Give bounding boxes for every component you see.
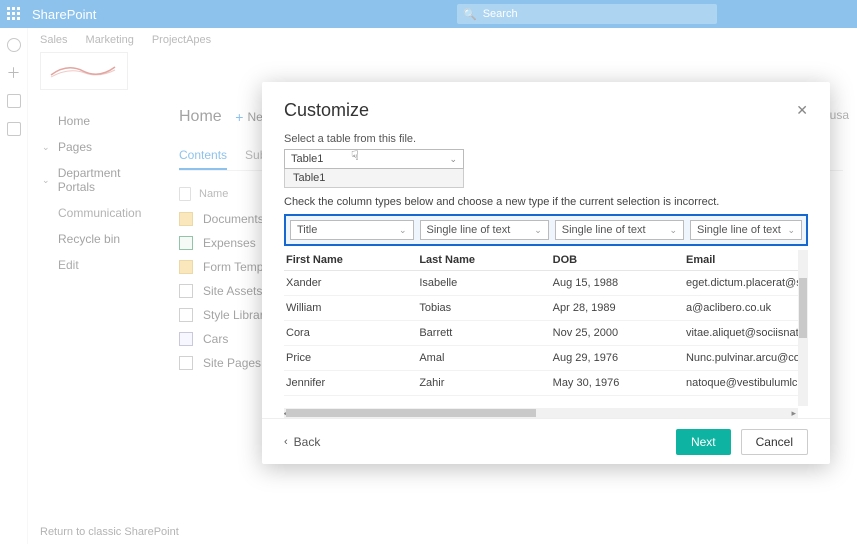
chevron-left-icon: ‹ <box>284 436 288 448</box>
table-select[interactable]: Table1 ⌄ ☟ <box>284 149 464 169</box>
table-row: PriceAmalAug 29, 1976Nunc.pulvinar.arcu@… <box>284 346 808 371</box>
table-cell: William <box>286 302 419 314</box>
table-cell: Nunc.pulvinar.arcu@co <box>686 352 806 364</box>
horizontal-scrollbar[interactable]: ◂▸ <box>284 408 798 418</box>
table-cell: Aug 15, 1988 <box>553 277 686 289</box>
table-dropdown: Table1 <box>284 169 464 188</box>
col-firstname: First Name <box>286 254 419 266</box>
cancel-button[interactable]: Cancel <box>741 429 808 455</box>
select-table-label: Select a table from this file. <box>284 133 808 145</box>
customize-modal: Customize ✕ Select a table from this fil… <box>262 82 830 464</box>
table-cell: eget.dictum.placerat@s <box>686 277 806 289</box>
chevron-down-icon: ⌄ <box>449 154 457 165</box>
scroll-right-icon[interactable]: ▸ <box>791 408 796 418</box>
table-cell: natoque@vestibulumlc <box>686 377 806 389</box>
table-cell: Apr 28, 1989 <box>553 302 686 314</box>
coltype-select-4[interactable]: Single line of text⌄ <box>690 220 802 240</box>
table-cell: Amal <box>419 352 552 364</box>
table-cell: a@aclibero.co.uk <box>686 302 806 314</box>
scrollbar-thumb[interactable] <box>286 409 536 417</box>
col-dob: DOB <box>553 254 686 266</box>
table-cell: Tobias <box>419 302 552 314</box>
instruction-text: Check the column types below and choose … <box>284 196 808 208</box>
modal-header: Customize ✕ <box>262 82 830 129</box>
table-row: WilliamTobiasApr 28, 1989a@aclibero.co.u… <box>284 296 808 321</box>
coltype-select-3[interactable]: Single line of text⌄ <box>555 220 684 240</box>
scrollbar-thumb[interactable] <box>799 278 807 338</box>
modal-title: Customize <box>284 100 369 121</box>
table-cell: vitae.aliquet@sociisnat <box>686 327 806 339</box>
table-cell: Price <box>286 352 419 364</box>
column-type-row: Title⌄ Single line of text⌄ Single line … <box>284 214 808 246</box>
vertical-scrollbar[interactable] <box>798 250 808 406</box>
modal-footer: ‹ Back Next Cancel <box>262 418 830 464</box>
table-cell: Barrett <box>419 327 552 339</box>
table-cell: Cora <box>286 327 419 339</box>
col-email: Email <box>686 254 806 266</box>
table-cell: Xander <box>286 277 419 289</box>
chevron-down-icon: ⌄ <box>399 225 407 236</box>
table-row: XanderIsabelleAug 15, 1988eget.dictum.pl… <box>284 271 808 296</box>
chevron-down-icon: ⌄ <box>787 225 795 236</box>
col-lastname: Last Name <box>419 254 552 266</box>
modal-body: Select a table from this file. Table1 ⌄ … <box>262 129 830 418</box>
chevron-down-icon: ⌄ <box>669 225 677 236</box>
grid-header: First Name Last Name DOB Email <box>284 250 808 271</box>
table-cell: Zahir <box>419 377 552 389</box>
table-row: JenniferZahirMay 30, 1976natoque@vestibu… <box>284 371 808 396</box>
table-cell: Aug 29, 1976 <box>553 352 686 364</box>
table-cell: Jennifer <box>286 377 419 389</box>
dropdown-option[interactable]: Table1 <box>285 169 463 187</box>
table-cell: Nov 25, 2000 <box>553 327 686 339</box>
cursor-icon: ☟ <box>351 148 359 164</box>
table-row: CoraBarrettNov 25, 2000vitae.aliquet@soc… <box>284 321 808 346</box>
next-button[interactable]: Next <box>676 429 731 455</box>
coltype-select-1[interactable]: Title⌄ <box>290 220 414 240</box>
close-icon[interactable]: ✕ <box>796 102 808 119</box>
table-cell: May 30, 1976 <box>553 377 686 389</box>
preview-grid: First Name Last Name DOB Email XanderIsa… <box>284 250 808 418</box>
coltype-select-2[interactable]: Single line of text⌄ <box>420 220 549 240</box>
back-button[interactable]: ‹ Back <box>284 435 320 449</box>
chevron-down-icon: ⌄ <box>534 225 542 236</box>
table-cell: Isabelle <box>419 277 552 289</box>
